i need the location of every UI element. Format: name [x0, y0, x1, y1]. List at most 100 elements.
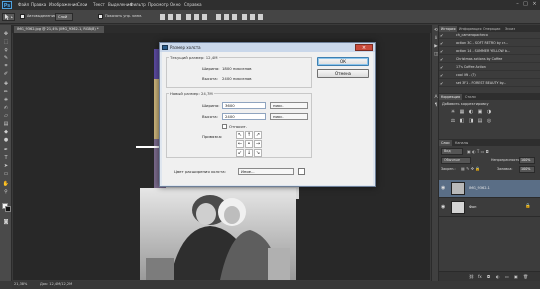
hand-tool-icon[interactable]: ✋	[2, 181, 10, 188]
check-icon[interactable]: ✔	[440, 41, 443, 46]
show-transform-checkbox[interactable]	[98, 14, 103, 19]
new-height-input[interactable]: 2400	[222, 113, 266, 120]
pixel-filter-icon[interactable]: ▣	[467, 149, 471, 154]
menu-select[interactable]: Выделение	[108, 2, 132, 7]
clone-stamp-tool-icon[interactable]: ⎈	[2, 97, 10, 104]
background-color-swatch[interactable]	[5, 206, 11, 212]
list-item[interactable]: ✔ action 3C - SOFT RETRO by cr...	[439, 40, 540, 47]
layer-row[interactable]: ◉ IMG_9362-1	[439, 180, 540, 198]
eraser-tool-icon[interactable]: ▱	[2, 113, 10, 120]
quick-mask-icon[interactable]: ◙	[2, 219, 10, 226]
dialog-close-icon[interactable]: ×	[355, 44, 373, 51]
extension-color-swatch[interactable]	[298, 168, 305, 175]
new-group-icon[interactable]: ▭	[505, 274, 509, 279]
check-icon[interactable]: ✔	[440, 57, 443, 62]
zoom-level[interactable]: 21,38%	[14, 282, 27, 286]
new-layer-icon[interactable]: ▣	[514, 274, 518, 279]
check-icon[interactable]: ✔	[440, 49, 443, 54]
menu-image[interactable]: Изображение	[49, 2, 78, 7]
visibility-eye-icon[interactable]: ◉	[441, 185, 445, 191]
auto-select-target-select[interactable]: Слой	[55, 13, 73, 21]
blend-mode-select[interactable]: Обычные	[441, 157, 471, 164]
lock-transparent-icon[interactable]: ▦	[461, 166, 465, 171]
brush-tool-icon[interactable]: ✏	[2, 89, 10, 96]
menu-window[interactable]: Окно	[170, 2, 181, 7]
list-item[interactable]: ✔ Christmas actions by Coffee	[439, 56, 540, 63]
relative-checkbox[interactable]	[222, 124, 227, 129]
levels-icon[interactable]: ▦	[458, 109, 466, 116]
history-brush-tool-icon[interactable]: ✍	[2, 105, 10, 112]
auto-select-checkbox[interactable]	[20, 14, 25, 19]
crop-tool-icon[interactable]: ⌗	[2, 63, 10, 70]
tab-styles[interactable]: Стили	[463, 94, 478, 100]
lasso-tool-icon[interactable]: ϙ	[2, 47, 10, 54]
tab-adjustments[interactable]: Коррекция	[439, 94, 462, 100]
menu-file[interactable]: Файл	[18, 2, 29, 7]
brightness-icon[interactable]: ☀	[449, 109, 457, 116]
type-filter-icon[interactable]: T	[477, 149, 479, 154]
anchor-left[interactable]: ←	[236, 140, 244, 148]
delete-layer-icon[interactable]: 🗑	[523, 274, 528, 279]
color-balance-icon[interactable]: ⚖	[449, 118, 457, 125]
list-item[interactable]: ✔ cool lift - (?)	[439, 72, 540, 79]
close-window-icon[interactable]: ×	[531, 1, 538, 8]
black-white-icon[interactable]: ◧	[458, 118, 466, 125]
menu-type[interactable]: Текст	[93, 2, 105, 7]
lock-pixels-icon[interactable]: ✎	[466, 166, 469, 171]
layer-style-icon[interactable]: fx	[478, 274, 482, 279]
gradient-tool-icon[interactable]: ▤	[2, 121, 10, 128]
vibrance-icon[interactable]: ◑	[485, 109, 493, 116]
list-item[interactable]: ✔ 17's Coffee Action	[439, 64, 540, 71]
opacity-input[interactable]: 100%	[519, 157, 535, 164]
cancel-button[interactable]: Отмена	[317, 69, 369, 78]
extension-color-select[interactable]: Иное...	[238, 168, 294, 175]
type-tool-icon[interactable]: T	[2, 155, 10, 162]
lock-position-icon[interactable]: ✥	[471, 166, 474, 171]
anchor-center[interactable]: •	[245, 140, 253, 148]
minimize-icon[interactable]: –	[514, 1, 521, 8]
menu-filter[interactable]: Фильтр	[130, 2, 146, 7]
list-item[interactable]: ✔ set 3F1 - FOREST BEAUTY by...	[439, 80, 540, 87]
new-width-input[interactable]: 3600	[222, 102, 266, 109]
new-height-unit-select[interactable]: пикс.	[270, 113, 308, 120]
eyedropper-tool-icon[interactable]: ✐	[2, 71, 10, 78]
anchor-bottom[interactable]: ↓	[245, 149, 253, 157]
visibility-eye-icon[interactable]: ◉	[441, 204, 445, 210]
menu-view[interactable]: Просмотр	[148, 2, 169, 7]
path-selection-tool-icon[interactable]: ➤	[2, 163, 10, 170]
add-mask-icon[interactable]: ◘	[487, 274, 490, 279]
check-icon[interactable]: ✔	[440, 73, 443, 78]
menu-layers[interactable]: Слои	[77, 2, 87, 7]
anchor-bottom-left[interactable]: ↙	[236, 149, 244, 157]
layer-row[interactable]: ◉ Фон 🔒	[439, 199, 540, 217]
smart-filter-icon[interactable]: ◘	[486, 149, 489, 154]
anchor-top-left[interactable]: ↖	[236, 131, 244, 139]
check-icon[interactable]: ✔	[440, 65, 443, 70]
marquee-tool-icon[interactable]: ⬚	[2, 39, 10, 46]
color-lookup-icon[interactable]: ◎	[485, 118, 493, 125]
exposure-icon[interactable]: ▣	[476, 109, 484, 116]
list-item[interactable]: ✔ ch_camerapacheco	[439, 32, 540, 39]
new-width-unit-select[interactable]: пикс.	[270, 102, 308, 109]
move-tool-preset[interactable]	[2, 13, 15, 21]
anchor-top-right[interactable]: ↗	[254, 131, 262, 139]
anchor-right[interactable]: →	[254, 140, 262, 148]
curves-icon[interactable]: ◐	[467, 109, 475, 116]
quick-select-tool-icon[interactable]: ✎	[2, 55, 10, 62]
tab-channels[interactable]: Каналы	[453, 140, 470, 146]
maximize-icon[interactable]: □	[522, 1, 529, 8]
healing-brush-tool-icon[interactable]: ✚	[2, 81, 10, 88]
check-icon[interactable]: ✔	[440, 81, 443, 86]
shape-filter-icon[interactable]: ▭	[481, 149, 485, 154]
list-item[interactable]: ✔ action 14 - SUMMER YELLOW b...	[439, 48, 540, 55]
anchor-top[interactable]: ↑	[245, 131, 253, 139]
pen-tool-icon[interactable]: ✒	[2, 147, 10, 154]
link-layers-icon[interactable]: ⛓	[469, 274, 474, 279]
menu-edit[interactable]: Правка	[31, 2, 46, 7]
anchor-bottom-right[interactable]: ↘	[254, 149, 262, 157]
dodge-tool-icon[interactable]: ●	[2, 137, 10, 144]
shape-tool-icon[interactable]: ▭	[2, 171, 10, 178]
check-icon[interactable]: ✔	[440, 33, 443, 38]
tab-layers[interactable]: Слои	[439, 140, 452, 146]
adjustment-filter-icon[interactable]: ◐	[472, 149, 476, 154]
